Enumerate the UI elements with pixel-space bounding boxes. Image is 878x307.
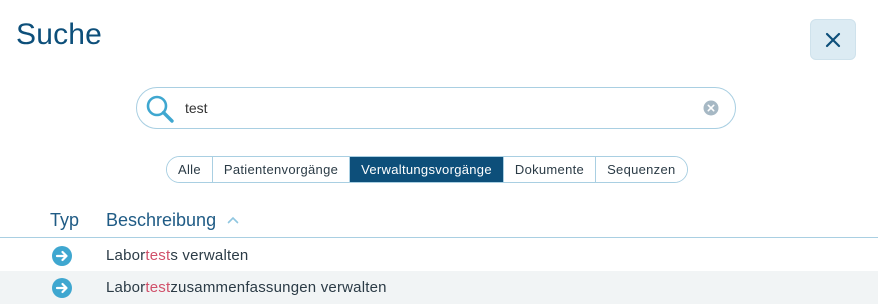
row-description-suffix: zusammenfassungen verwalten: [170, 279, 387, 296]
row-description-suffix: s verwalten: [170, 247, 249, 264]
table-row[interactable]: Labortests verwalten: [0, 239, 878, 272]
row-description: Labortests verwalten: [106, 247, 248, 264]
tab-patientenvorgaenge[interactable]: Patientenvorgänge: [211, 157, 350, 182]
row-description-match: test: [145, 279, 171, 296]
arrow-right-circle-icon: [52, 278, 72, 298]
close-icon: [825, 32, 841, 47]
sort-ascending-icon: [227, 216, 239, 224]
tab-alle[interactable]: Alle: [167, 157, 212, 182]
tab-sequenzen[interactable]: Sequenzen: [595, 157, 687, 182]
page-title: Suche: [16, 18, 103, 51]
clear-search-icon[interactable]: [703, 100, 719, 116]
search-input[interactable]: [185, 97, 685, 119]
table-header: Typ Beschreibung: [0, 210, 878, 238]
column-header-description[interactable]: Beschreibung: [106, 210, 239, 231]
close-button[interactable]: [810, 19, 856, 60]
tab-verwaltungsvorgaenge[interactable]: Verwaltungsvorgänge: [349, 157, 503, 182]
row-description-match: test: [145, 247, 171, 264]
search-icon: [146, 95, 174, 123]
column-header-description-label: Beschreibung: [106, 210, 217, 230]
table-row[interactable]: Labortestzusammenfassungen verwalten: [0, 271, 878, 304]
row-description: Labortestzusammenfassungen verwalten: [106, 279, 387, 296]
tab-dokumente[interactable]: Dokumente: [502, 157, 596, 182]
row-description-prefix: Labor: [106, 247, 146, 264]
arrow-right-circle-icon: [52, 246, 72, 266]
column-header-type: Typ: [50, 210, 80, 230]
row-description-prefix: Labor: [106, 279, 146, 296]
filter-tabs: Alle Patientenvorgänge Verwaltungsvorgän…: [166, 156, 688, 183]
search-box: [136, 87, 736, 129]
